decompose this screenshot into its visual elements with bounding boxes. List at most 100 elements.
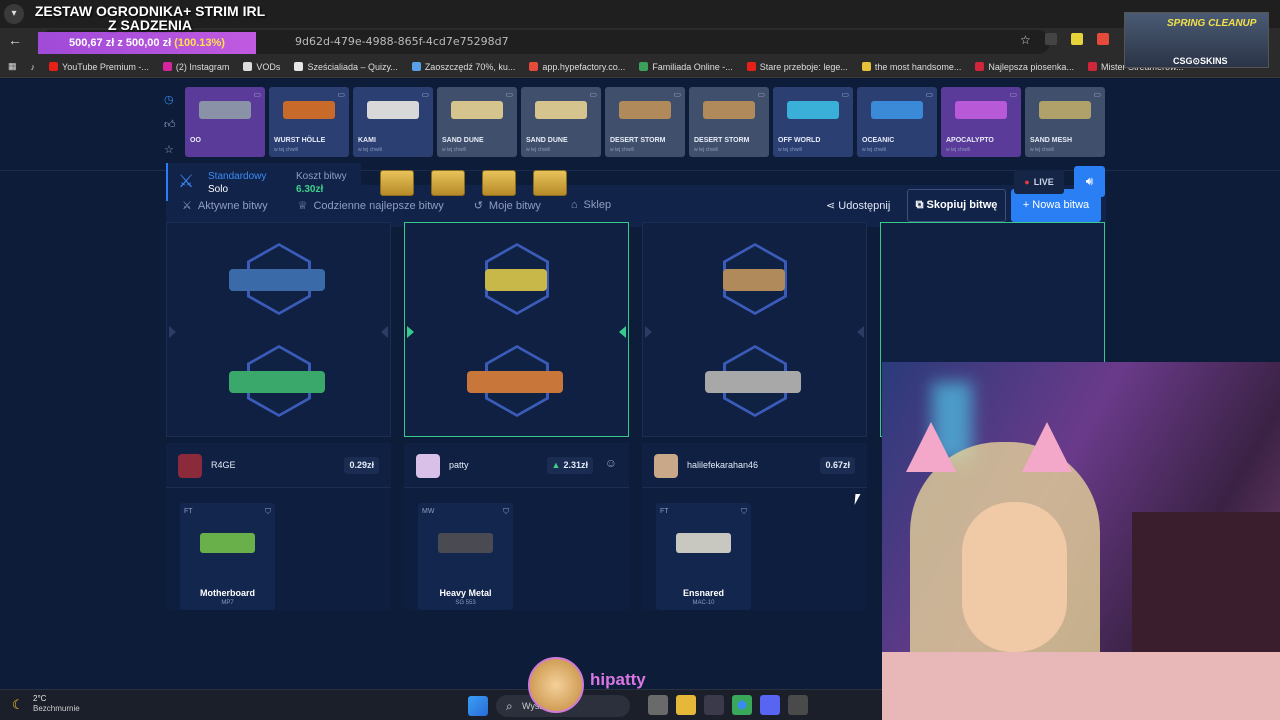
item-card[interactable]: MW ⛉ Heavy Metal SG 553	[418, 503, 513, 610]
player-name[interactable]: halilefekarahan46	[687, 460, 758, 470]
bookmark-star-icon[interactable]: ☆	[1020, 33, 1031, 47]
bookmark-label: Sześcialiada – Quizy...	[307, 61, 398, 72]
player-drops: MW ⛉ Heavy Metal SG 553	[404, 488, 629, 610]
live-drop-card[interactable]: ▭ SAND DUNE w tej chwili	[437, 87, 517, 157]
roll-marker-icon	[619, 326, 626, 338]
extension-icon[interactable]	[1044, 33, 1057, 45]
url-text: 9d62d-479e-4988-865f-4cd7e75298d7	[295, 35, 509, 48]
drop-name: WURST HÖLLE	[274, 137, 326, 144]
windows-taskbar: ☾ 2°C Bezchmurnie Wysz	[0, 689, 882, 720]
bookmark-favicon-icon	[1087, 62, 1097, 71]
roll-marker-icon	[857, 326, 864, 338]
sound-toggle-button[interactable]: 🔊︎	[1074, 166, 1105, 197]
player-row: R4GE 0.29zł	[166, 443, 391, 488]
live-drop-card[interactable]: ▭ WURST HÖLLE w tej chwili	[269, 87, 349, 157]
task-view-icon[interactable]	[648, 695, 668, 715]
bookmark-item[interactable]: Sześcialiada – Quizy...	[294, 61, 398, 72]
goal-progress-bar: 500,67 zł z 500,00 zł (100.13%)	[38, 32, 256, 54]
live-drop-card[interactable]: ▭ SAND DUNE w tej chwili	[521, 87, 601, 157]
item-card[interactable]: FT ⛉ Motherboard MP7	[180, 503, 275, 610]
crossed-swords-icon: ⚔	[178, 171, 195, 191]
star-icon[interactable]: ☆	[164, 143, 176, 156]
bookmark-favicon-icon	[975, 62, 985, 71]
bookmark-item[interactable]: VODs	[243, 62, 280, 72]
goal-title: ZESTAW OGRODNIKA+ STRIM IRL Z SADZENIA	[34, 3, 266, 33]
bookmark-item[interactable]: Stare przeboje: lege...	[746, 62, 848, 72]
drop-name: OCEANIC	[862, 137, 895, 144]
bookmark-item[interactable]: the most handsome...	[861, 62, 961, 72]
live-drop-card[interactable]: ▭ DESERT STORM w tej chwili	[605, 87, 685, 157]
player-value-text: 2.31zł	[563, 460, 588, 470]
swords-icon: ⚔	[182, 200, 192, 212]
shop-icon: ⌂	[570, 199, 578, 211]
obs-icon[interactable]	[788, 695, 808, 715]
bookmark-item[interactable]: (2) Instagram	[162, 61, 230, 72]
player-name[interactable]: R4GE	[211, 460, 236, 470]
nav-item[interactable]: ⌂ Sklep	[571, 199, 611, 212]
bookmark-item[interactable]: Familiada Online -...	[639, 62, 733, 72]
case-icon[interactable]	[431, 170, 465, 196]
bookmark-item[interactable]: Zaoszczędź 70%, ku...	[411, 62, 515, 72]
weapon-image	[535, 101, 587, 119]
live-drops-strip: ◷ 👍︎ ☆ ▭ OO ▭ WURST HÖLLE w tej chwili ▭ KAMI w…	[160, 85, 1120, 161]
toolbar-icons: ☆	[1020, 33, 1109, 47]
bookmark-item[interactable]: Najlepsza piosenka...	[975, 62, 1074, 72]
tab-list-chevron-icon[interactable]: ▾	[4, 4, 24, 24]
item-condition: FT	[184, 508, 193, 515]
copy-battle-button[interactable]: ⧉ Skopiuj bitwę	[907, 189, 1006, 222]
file-explorer-icon[interactable]	[676, 695, 696, 715]
webcam-shirt	[882, 652, 1280, 720]
bookmark-item[interactable]: app.hypefactory.co...	[529, 62, 625, 72]
tiktok-icon[interactable]: ♪	[31, 62, 36, 72]
drop-name: DESERT STORM	[610, 137, 666, 144]
chrome-icon[interactable]	[732, 695, 752, 715]
case-mini-icon: ▭	[253, 90, 261, 99]
thumbs-up-icon[interactable]: 👍︎	[164, 118, 176, 131]
avatar[interactable]	[178, 454, 202, 478]
extension-icon[interactable]	[1070, 33, 1083, 45]
share-button[interactable]: ⋖ Udostępnij	[826, 199, 890, 212]
case-icon[interactable]	[533, 170, 567, 196]
apps-grid-icon[interactable]: ▦	[8, 61, 17, 72]
bookmark-favicon-icon	[746, 62, 756, 71]
nav-item[interactable]: ↺ Moje bitwy	[474, 199, 541, 212]
live-drop-card[interactable]: ▭ OCEANIC w tej chwili	[857, 87, 937, 157]
windows-start-icon[interactable]	[468, 696, 488, 716]
weapon-image	[723, 269, 785, 291]
bookmark-item[interactable]: YouTube Premium -...	[49, 62, 149, 72]
player-name[interactable]: patty	[449, 460, 469, 470]
discord-icon[interactable]	[760, 695, 780, 715]
clock-icon[interactable]: ◷	[164, 93, 176, 106]
goal-percent: (100.13%)	[174, 37, 225, 49]
live-dot-icon: ●	[1024, 177, 1030, 187]
item-name: Ensnared	[682, 588, 724, 598]
back-arrow-icon[interactable]: ←	[8, 32, 22, 48]
roll-marker-icon	[645, 326, 652, 338]
live-drops-list: ▭ OO ▭ WURST HÖLLE w tej chwili ▭ KAMI w tej ch…	[185, 87, 1105, 157]
avatar[interactable]	[416, 454, 440, 478]
avatar[interactable]	[654, 454, 678, 478]
live-drop-card[interactable]: ▭ OFF WORLD w tej chwili	[773, 87, 853, 157]
live-drop-card[interactable]: ▭ DESERT STORM w tej chwili	[689, 87, 769, 157]
weapon-image	[871, 101, 923, 119]
live-drop-card[interactable]: ▭ OO	[185, 87, 265, 157]
case-icon[interactable]	[482, 170, 516, 196]
case-icon[interactable]	[380, 170, 414, 196]
bookmark-label: (2) Instagram	[175, 61, 230, 72]
emoji-icon[interactable]: ☺	[605, 456, 617, 470]
drop-time: w tej chwili	[358, 147, 382, 153]
store-icon[interactable]	[704, 695, 724, 715]
extension-icon[interactable]	[1096, 33, 1109, 45]
weapon-image	[451, 101, 503, 119]
item-card[interactable]: FT ⛉ Ensnared MAC-10	[656, 503, 751, 610]
drop-name: SAND MESH	[1030, 137, 1073, 144]
bookmarks-bar: ▦ ♪ YouTube Premium -... (2) Instagram VOD…	[0, 56, 1280, 78]
live-drop-card[interactable]: ▭ KAMI w tej chwili	[353, 87, 433, 157]
live-drop-card[interactable]: ▭ APOCALYPTO w tej chwili	[941, 87, 1021, 157]
shield-icon: ⛉	[741, 507, 747, 516]
drop-time: w tej chwili	[778, 147, 802, 153]
live-drop-card[interactable]: ▭ SAND MESH w tej chwili	[1025, 87, 1105, 157]
goal-amount: 500,67 zł	[69, 37, 115, 49]
bookmark-favicon-icon	[529, 62, 539, 71]
drop-name: KAMI	[358, 137, 376, 144]
